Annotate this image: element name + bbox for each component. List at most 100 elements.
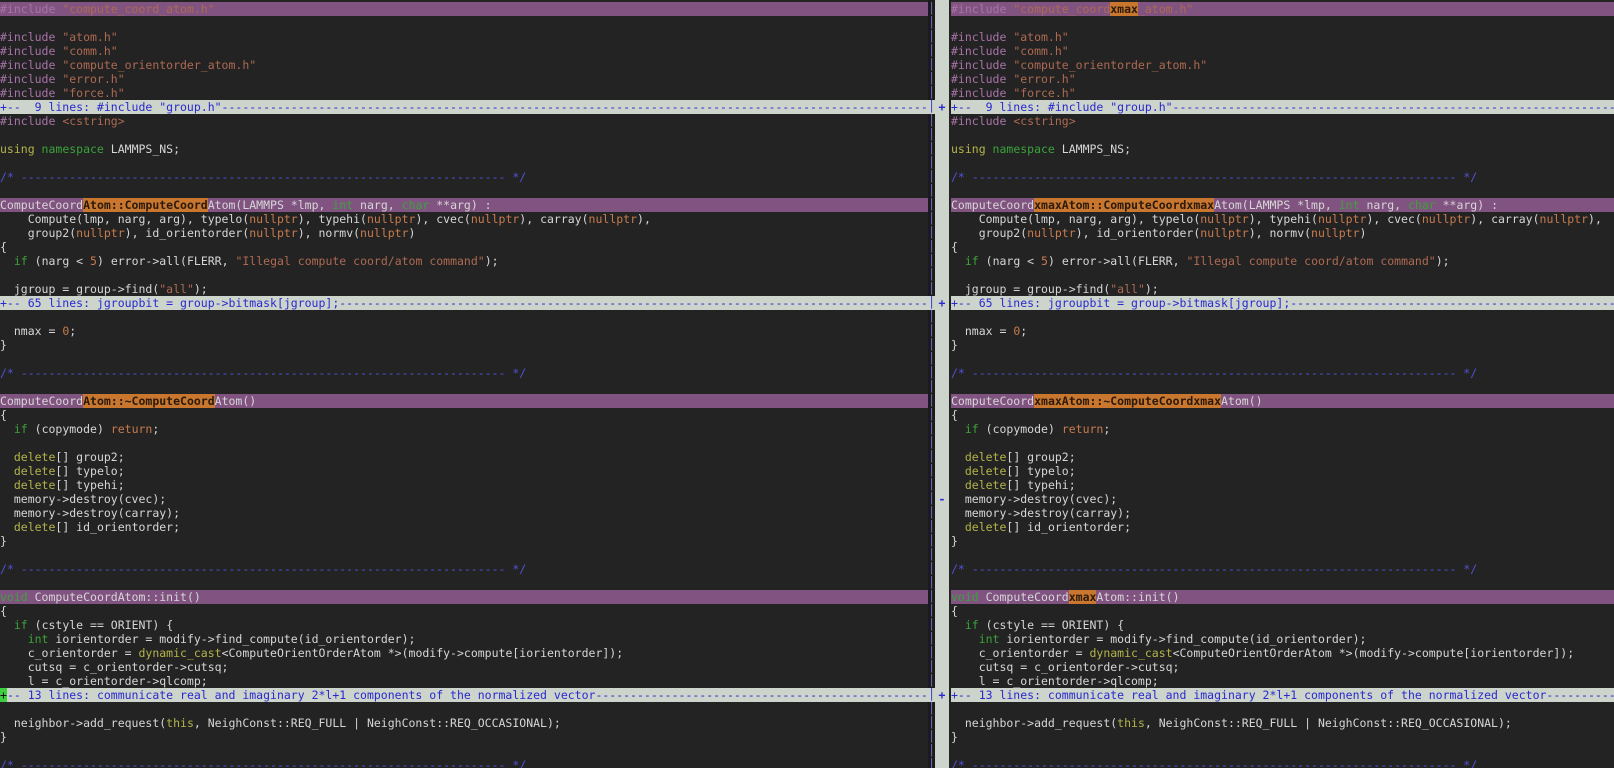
separator-bar: │	[928, 688, 935, 702]
separator-bar: │	[928, 128, 935, 141]
code-line: }	[0, 730, 7, 744]
code-line: delete[] group2;	[13, 450, 125, 464]
separator-bar: │	[928, 226, 935, 239]
code-line: #include "compute_orientorder_atom.h"	[0, 58, 257, 72]
code-line: {	[951, 240, 958, 254]
code-line: delete[] typelo;	[964, 464, 1076, 478]
separator-bar: │	[928, 562, 935, 575]
separator-bar: │	[928, 212, 935, 225]
fold-marker-plus[interactable]: +	[935, 688, 949, 702]
code-line: cutsq = c_orientorder->cutsq;	[0, 660, 229, 674]
fold-line[interactable]: +-- 65 lines: jgroupbit = group->bitmask…	[951, 296, 1614, 310]
diff-pane-right[interactable]: #include "compute_coordxmax_atom.h" #incl…	[949, 0, 1614, 768]
code-line: /* -------------------------------------…	[0, 366, 527, 380]
window-separator[interactable]: │ │ │ │ │ │ │ │ │ │ │ │ │ │ │ │ │ │ │ │ │ │ │ │ │ │ │ │ │ │ │ │ │ │ │ │ │ │ │ │…	[928, 0, 935, 768]
code-line: ComputeCoordxmaxAtom::ComputeCoordxmaxAt…	[951, 198, 1614, 212]
separator-bar: │	[928, 72, 935, 85]
code-line: #include "compute_coordxmax_atom.h"	[951, 2, 1614, 16]
diff-text-highlight: xmax	[1110, 2, 1138, 16]
code-line: if (narg < 5) error->all(FLERR, "Illegal…	[13, 254, 499, 268]
fold-line[interactable]: +-- 65 lines: jgroupbit = group->bitmask…	[0, 296, 928, 310]
code-line: void ComputeCoordxmaxAtom::init()	[951, 590, 1614, 604]
code-line: Compute(lmp, narg, arg), typelo(nullptr)…	[951, 212, 1602, 226]
fold-column-cell	[935, 254, 949, 268]
separator-bar: │	[928, 492, 935, 505]
separator-bar: │	[928, 44, 935, 57]
separator-bar: │	[928, 618, 935, 631]
fold-column-cell	[935, 618, 949, 632]
separator-bar: │	[928, 450, 935, 463]
separator-bar: │	[928, 534, 935, 547]
fold-column-cell	[935, 716, 949, 730]
code-line: {	[951, 604, 958, 618]
code-line: nmax = 0;	[0, 324, 77, 338]
code-line: delete[] id_orientorder;	[13, 520, 181, 534]
code-line: /* -------------------------------------…	[0, 170, 527, 184]
fold-column-cell	[935, 660, 949, 674]
fold-column-cell	[935, 730, 949, 744]
separator-bar: │	[928, 716, 935, 729]
separator-bar: │	[928, 604, 935, 617]
code-line: }	[0, 534, 7, 548]
separator-bar: │	[928, 394, 935, 407]
code-line: {	[0, 408, 7, 422]
fold-column-cell	[935, 128, 949, 142]
code-line: Compute(lmp, narg, arg), typelo(nullptr)…	[0, 212, 651, 226]
fold-line[interactable]: +-- 9 lines: #include "group.h"---------…	[0, 100, 928, 114]
fold-column-cell	[935, 170, 949, 184]
separator-bar: │	[928, 632, 935, 645]
separator-bar: │	[928, 170, 935, 183]
fold-column-cell	[935, 30, 949, 44]
fold-column-cell	[935, 212, 949, 226]
fold-line[interactable]: +-- 13 lines: communicate real and imagi…	[951, 688, 1614, 702]
fold-column-cell	[935, 366, 949, 380]
separator-bar: │	[928, 464, 935, 477]
separator-bar: │	[928, 758, 935, 768]
fold-column[interactable]: + + - +	[935, 0, 949, 768]
separator-bar: │	[928, 254, 935, 267]
code-line: }	[0, 338, 7, 352]
fold-marker-minus[interactable]: -	[935, 492, 949, 506]
separator-bar: │	[928, 730, 935, 743]
fold-column-cell	[935, 576, 949, 590]
diff-pane-left[interactable]: #include "compute_coord_atom.h" #include …	[0, 0, 928, 768]
fold-line[interactable]: +-- 9 lines: #include "group.h"---------…	[951, 100, 1614, 114]
code-line: int iorientorder = modify->find_compute(…	[978, 632, 1367, 646]
code-line: #include "atom.h"	[951, 30, 1069, 44]
fold-column-cell	[935, 324, 949, 338]
fold-column-cell	[935, 184, 949, 198]
fold-column-cell	[935, 86, 949, 100]
code-line: #include "force.h"	[0, 86, 125, 100]
separator-bar: │	[928, 660, 935, 673]
fold-column-cell	[935, 758, 949, 768]
code-line: delete[] typehi;	[13, 478, 125, 492]
fold-column-cell	[935, 226, 949, 240]
fold-marker-plus[interactable]: +	[935, 100, 949, 114]
fold-column-cell	[935, 338, 949, 352]
separator-bar: │	[928, 114, 935, 127]
diff-text-highlight: xmaxAtom::ComputeCoordxmax	[1034, 198, 1215, 212]
code-line: l = c_orientorder->qlcomp;	[951, 674, 1159, 688]
fold-column-cell	[935, 422, 949, 436]
fold-marker-plus[interactable]: +	[935, 296, 949, 310]
fold-column-cell	[935, 436, 949, 450]
code-line: ComputeCoordAtom::ComputeCoordAtom(LAMMP…	[0, 198, 928, 212]
separator-bar: │	[928, 506, 935, 519]
separator-bar: │	[928, 366, 935, 379]
separator-bar: │	[928, 100, 935, 114]
code-line: /* -------------------------------------…	[951, 366, 1478, 380]
separator-bar: │	[928, 380, 935, 393]
separator-bar: │	[928, 86, 935, 99]
fold-column-cell	[935, 394, 949, 408]
separator-bar: │	[928, 576, 935, 589]
fold-line[interactable]: +-- 13 lines: communicate real and imagi…	[0, 688, 928, 702]
code-line: /* -------------------------------------…	[0, 562, 527, 576]
code-line: delete[] typehi;	[964, 478, 1076, 492]
